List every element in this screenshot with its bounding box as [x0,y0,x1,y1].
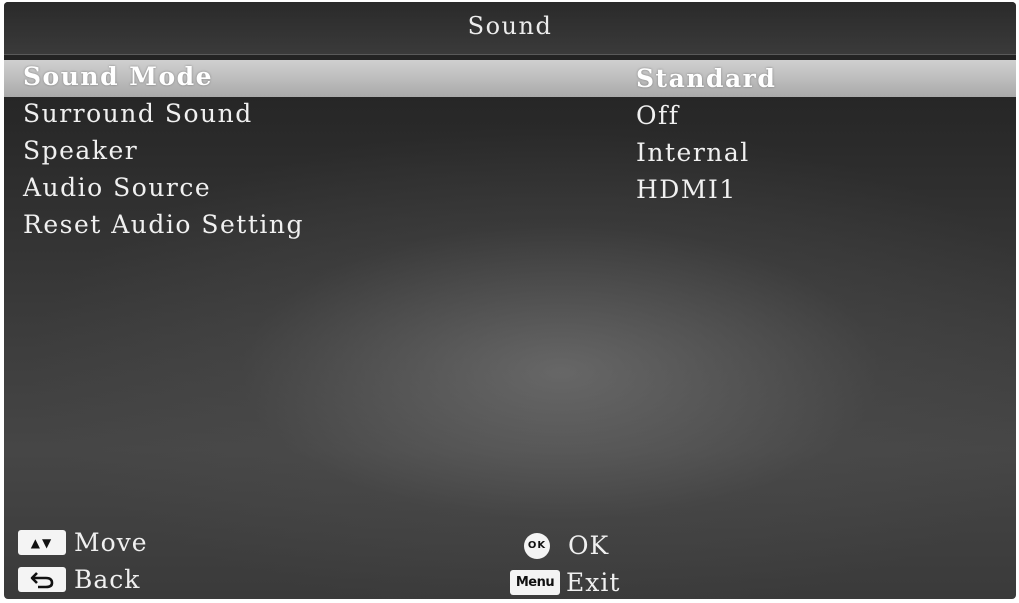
hint-ok: OK OK [524,531,609,560]
menu-key-icon: Menu [510,570,560,595]
tv-osd-screen: Sound Sound Mode Standard Surround Sound… [4,2,1016,599]
menu-item-value: Off [636,101,680,130]
title-bar: Sound [4,2,1016,55]
menu-item-value: Internal [636,138,750,167]
up-down-arrows-icon: ▲▼ [18,530,66,555]
menu-item-speaker[interactable]: Speaker Internal [4,134,1016,171]
hint-back-label: Back [74,565,141,594]
hint-move: ▲▼ Move [18,528,148,557]
menu-item-value: Standard [636,64,777,93]
hint-back: Back [18,565,140,594]
menu-item-label: Speaker [23,136,139,165]
menu-item-label: Reset Audio Setting [23,210,305,239]
menu-item-label: Sound Mode [23,62,213,91]
page-title: Sound [467,12,553,40]
menu-item-value: HDMI1 [636,175,737,204]
ok-button-icon: OK [524,532,550,559]
return-arrow-icon [18,567,66,592]
hint-exit: Menu Exit [510,568,620,597]
hint-move-label: Move [74,528,148,557]
hint-ok-label: OK [568,531,610,560]
menu-item-reset-audio-setting[interactable]: Reset Audio Setting [4,208,1016,245]
menu-item-audio-source[interactable]: Audio Source HDMI1 [4,171,1016,208]
hint-exit-label: Exit [566,568,621,597]
sound-menu: Sound Mode Standard Surround Sound Off S… [4,60,1016,245]
menu-item-label: Surround Sound [23,99,253,128]
menu-item-sound-mode[interactable]: Sound Mode Standard [4,60,1016,97]
menu-item-surround-sound[interactable]: Surround Sound Off [4,97,1016,134]
menu-item-label: Audio Source [23,173,212,202]
